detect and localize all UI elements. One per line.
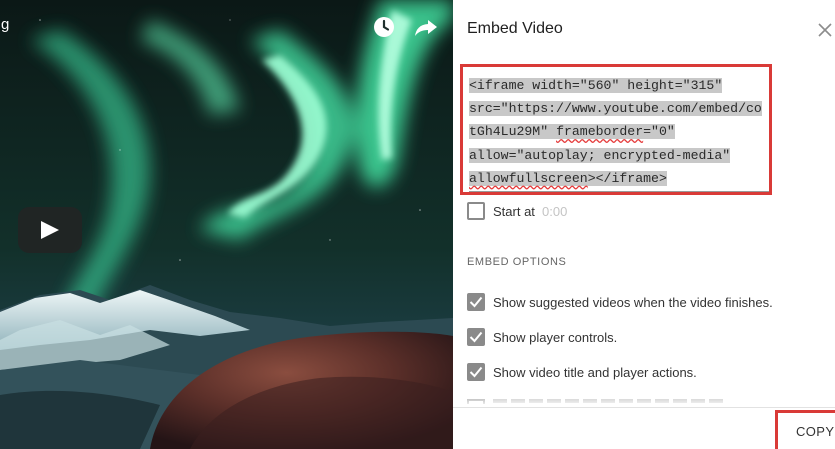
embed-code-line: <iframe width="560" height="315": [469, 78, 723, 93]
video-title-checkbox[interactable]: [467, 363, 485, 381]
check-icon: [469, 296, 483, 308]
suggested-videos-checkbox[interactable]: [467, 293, 485, 311]
start-at-checkbox[interactable]: [467, 202, 485, 220]
check-icon: [469, 331, 483, 343]
embed-code-textarea[interactable]: <iframe width="560" height="315" src="ht…: [469, 74, 769, 193]
copy-highlight: COPY: [775, 410, 835, 449]
scroll-fade: [453, 393, 835, 407]
video-preview[interactable]: g: [0, 0, 453, 449]
embed-code-line: allowfullscreen></iframe>: [469, 170, 667, 186]
embed-code-line: src="https://www.youtube.com/embed/co: [469, 101, 762, 117]
play-icon: [41, 221, 59, 239]
embed-video-dialog: Embed Video <iframe width="560" height="…: [453, 0, 835, 449]
title-edge-text: g: [1, 16, 10, 33]
play-button[interactable]: [18, 207, 82, 253]
start-at-time-input[interactable]: 0:00: [542, 204, 567, 219]
embed-code-line: allow="autoplay; encrypted-media": [469, 147, 731, 163]
player-controls-checkbox[interactable]: [467, 328, 485, 346]
start-at-label: Start at: [493, 204, 535, 219]
footer-divider: [453, 407, 835, 408]
embed-code-highlight: <iframe width="560" height="315" src="ht…: [460, 64, 772, 195]
share-icon[interactable]: [413, 14, 439, 40]
close-icon[interactable]: [815, 20, 835, 40]
check-icon: [469, 366, 483, 378]
watch-later-icon[interactable]: [371, 14, 397, 40]
embed-options-heading: EMBED OPTIONS: [467, 256, 567, 268]
video-title-label: Show video title and player actions.: [493, 365, 697, 380]
suggested-videos-label: Show suggested videos when the video fin…: [493, 295, 773, 310]
copy-button[interactable]: COPY: [796, 424, 834, 439]
dialog-title: Embed Video: [467, 20, 563, 37]
embed-code-line: tGh4Lu29M" frameborder="0": [469, 124, 675, 140]
player-controls-label: Show player controls.: [493, 330, 618, 345]
